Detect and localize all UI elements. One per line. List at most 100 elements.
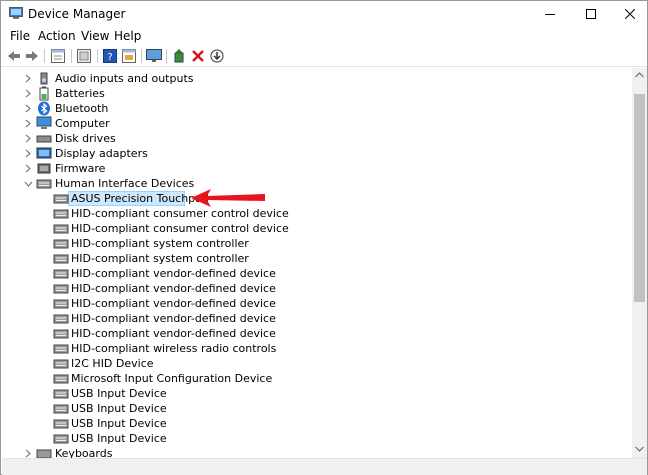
annotation-arrow (191, 189, 265, 207)
tree-device-row[interactable]: I2C HID Device (2, 356, 632, 371)
hid-device-icon (53, 434, 69, 444)
tree-category-batteries[interactable]: Batteries (2, 86, 632, 101)
hid-device-icon (53, 224, 69, 234)
chevron-right-icon[interactable] (22, 162, 34, 175)
tree-device-label: USB Input Device (71, 432, 167, 445)
battery-icon (39, 86, 49, 101)
vertical-scrollbar[interactable] (632, 68, 647, 458)
show-hide-tree-button[interactable] (49, 47, 67, 65)
tree-category-label: Computer (55, 117, 110, 130)
tree-device-row[interactable]: USB Input Device (2, 431, 632, 446)
tree-category-label: Human Interface Devices (55, 177, 195, 190)
tree-device-label: I2C HID Device (71, 357, 154, 370)
uninstall-x-icon (192, 50, 204, 62)
hid-device-icon (53, 239, 69, 249)
toolbar-separator (97, 49, 98, 63)
tree-device-label: HID-compliant system controller (71, 252, 249, 265)
view-button[interactable] (120, 47, 138, 65)
device-manager-app-icon (9, 7, 23, 19)
uninstall-button[interactable] (189, 47, 207, 65)
tree-device-row[interactable]: USB Input Device (2, 386, 632, 401)
properties-icon (51, 49, 65, 63)
tree-device-row[interactable]: USB Input Device (2, 416, 632, 431)
horizontal-scrollbar[interactable] (2, 458, 647, 475)
title-bar[interactable]: Device Manager (1, 1, 647, 27)
device-tree[interactable]: Audio inputs and outputs Batteries Bluet… (2, 68, 632, 458)
hid-icon (36, 179, 52, 189)
hid-device-icon (53, 389, 69, 399)
tree-device-row[interactable]: HID-compliant vendor-defined device (2, 266, 632, 281)
tree-category-firmware[interactable]: Firmware (2, 161, 632, 176)
keyboard-icon (36, 449, 52, 458)
maximize-button[interactable] (572, 1, 610, 27)
tree-device-row[interactable]: Microsoft Input Configuration Device (2, 371, 632, 386)
tree-category-label: Batteries (55, 87, 105, 100)
hid-device-icon (53, 254, 69, 264)
tree-category-display-adapters[interactable]: Display adapters (2, 146, 632, 161)
tree-category-bluetooth[interactable]: Bluetooth (2, 101, 632, 116)
minimize-button[interactable] (531, 1, 569, 27)
add-driver-button[interactable] (170, 47, 188, 65)
scroll-up-arrow-icon[interactable] (635, 72, 644, 78)
back-button[interactable] (5, 47, 23, 65)
toolbar-separator (71, 49, 72, 63)
tree-device-row[interactable]: USB Input Device (2, 401, 632, 416)
chevron-down-icon[interactable] (22, 177, 34, 190)
forward-arrow-icon (26, 51, 38, 61)
tree-device-row[interactable]: HID-compliant vendor-defined device (2, 281, 632, 296)
menu-file[interactable]: File (10, 29, 30, 43)
update-driver-button[interactable] (208, 47, 226, 65)
minimize-icon (545, 14, 555, 15)
tree-category-keyboards[interactable]: Keyboards (2, 446, 632, 458)
tree-device-row[interactable]: HID-compliant vendor-defined device (2, 311, 632, 326)
toolbar-separator (141, 49, 142, 63)
menu-action[interactable]: Action (38, 29, 76, 43)
tree-category-audio[interactable]: Audio inputs and outputs (2, 71, 632, 86)
tree-device-label: HID-compliant vendor-defined device (71, 267, 276, 280)
close-button[interactable] (611, 1, 648, 27)
tree-device-row[interactable]: HID-compliant consumer control device (2, 221, 632, 236)
tree-device-row[interactable]: HID-compliant wireless radio controls (2, 341, 632, 356)
chevron-right-icon[interactable] (22, 87, 34, 100)
chevron-right-icon[interactable] (22, 72, 34, 85)
hid-device-icon (53, 314, 69, 324)
tree-device-row[interactable]: HID-compliant vendor-defined device (2, 296, 632, 311)
help-button[interactable]: ? (101, 47, 119, 65)
forward-button[interactable] (23, 47, 41, 65)
monitor-button[interactable] (145, 47, 163, 65)
menu-view[interactable]: View (81, 29, 109, 43)
chevron-right-icon[interactable] (22, 102, 34, 115)
tree-device-label: HID-compliant wireless radio controls (71, 342, 277, 355)
hid-device-icon (53, 299, 69, 309)
tree-category-label: Audio inputs and outputs (55, 72, 194, 85)
tree-category-disk-drives[interactable]: Disk drives (2, 131, 632, 146)
maximize-icon (586, 9, 596, 19)
tree-category-human-interface-devices[interactable]: Human Interface Devices (2, 176, 632, 191)
close-icon (625, 9, 635, 19)
hid-device-icon (53, 419, 69, 429)
chevron-right-icon[interactable] (22, 147, 34, 160)
chevron-right-icon[interactable] (22, 447, 34, 458)
hid-device-icon (53, 329, 69, 339)
toolbar-separator (166, 49, 167, 63)
tree-device-row[interactable]: ASUS Precision Touchpad (2, 191, 632, 206)
tree-device-row[interactable]: HID-compliant system controller (2, 251, 632, 266)
scan-button[interactable] (75, 47, 93, 65)
hid-device-icon (53, 269, 69, 279)
vertical-scrollbar-thumb[interactable] (634, 94, 645, 302)
tree-category-computer[interactable]: Computer (2, 116, 632, 131)
tree-device-row[interactable]: HID-compliant vendor-defined device (2, 326, 632, 341)
menu-help[interactable]: Help (114, 29, 141, 43)
annotation-arrow-shape (191, 189, 265, 207)
scroll-down-arrow-icon[interactable] (635, 446, 644, 452)
tree-device-label: HID-compliant system controller (71, 237, 249, 250)
add-driver-icon (174, 49, 184, 63)
tree-device-row[interactable]: HID-compliant system controller (2, 236, 632, 251)
tree-device-label: HID-compliant vendor-defined device (71, 297, 276, 310)
window-title: Device Manager (28, 7, 126, 21)
chevron-right-icon[interactable] (22, 117, 34, 130)
tree-device-row[interactable]: HID-compliant consumer control device (2, 206, 632, 221)
chevron-right-icon[interactable] (22, 132, 34, 145)
scan-icon (77, 49, 91, 63)
hid-device-icon (53, 284, 69, 294)
